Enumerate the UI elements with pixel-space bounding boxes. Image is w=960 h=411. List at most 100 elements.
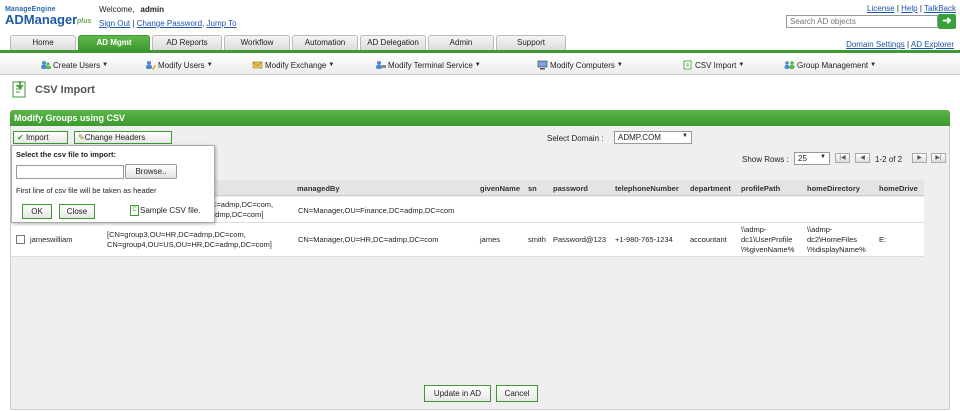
last-page-button[interactable]: ▶| bbox=[931, 153, 946, 163]
name-cell: jameswilliam bbox=[30, 235, 73, 244]
column-header[interactable]: managedBy bbox=[297, 184, 340, 193]
tab-support[interactable]: Support bbox=[496, 35, 566, 50]
column-header[interactable]: profilePath bbox=[741, 184, 780, 193]
managed-by-cell: CN=Manager,OU=Finance,DC=admp,DC=com bbox=[298, 206, 455, 215]
main-tabs: Home AD Mgmt AD Reports Workflow Automat… bbox=[10, 35, 568, 50]
submenu-group-management[interactable]: Group Management ▼ bbox=[784, 60, 876, 70]
change-password-link[interactable]: Change Password bbox=[137, 19, 202, 28]
tab-ad-mgmt[interactable]: AD Mgmt bbox=[78, 35, 150, 50]
submenu-label: Create Users bbox=[53, 60, 101, 70]
domain-select[interactable]: ADMP.COM ▼ bbox=[614, 131, 692, 144]
submenu-label: Group Management bbox=[797, 60, 869, 70]
member-line: admp,DC=com] bbox=[211, 210, 264, 219]
import-label: Import bbox=[25, 133, 49, 142]
path-line: \\admp- bbox=[741, 225, 767, 234]
search-input[interactable] bbox=[786, 15, 938, 28]
last-page-icon: ▶| bbox=[935, 155, 942, 161]
ad-explorer-link[interactable]: AD Explorer bbox=[911, 40, 954, 49]
submenu-label: Modify Terminal Service bbox=[388, 60, 473, 70]
prev-page-button[interactable]: ◀ bbox=[855, 153, 870, 163]
domain-settings-link[interactable]: Domain Settings bbox=[846, 40, 905, 49]
caret-down-icon: ▼ bbox=[820, 154, 826, 160]
submenu-csv-import[interactable]: CSV Import ▼ bbox=[682, 60, 744, 70]
caret-down-icon: ▼ bbox=[682, 133, 688, 139]
logo-plus-text: plus bbox=[77, 18, 92, 25]
welcome-text: Welcome, admin bbox=[99, 5, 164, 14]
member-of-cell: [CN=group3,OU=HR,DC=admp,DC=com, CN=group… bbox=[107, 230, 272, 250]
table-row[interactable]: jameswilliam [CN=group3,OU=HR,DC=admp,DC… bbox=[11, 223, 924, 257]
import-popup: Select the csv file to import: Browse.. … bbox=[11, 145, 215, 223]
sample-csv-label: Sample CSV file. bbox=[140, 206, 201, 215]
column-header[interactable]: password bbox=[553, 184, 588, 193]
submenu-create-users[interactable]: Create Users ▼ bbox=[40, 60, 108, 70]
tab-bar-underline bbox=[0, 50, 960, 53]
license-link[interactable]: License bbox=[867, 4, 895, 13]
change-headers-label: Change Headers bbox=[84, 133, 146, 142]
help-link[interactable]: Help bbox=[901, 4, 917, 13]
panel-title: Modify Groups using CSV bbox=[10, 110, 950, 126]
group-icon bbox=[784, 61, 795, 69]
tab-automation[interactable]: Automation bbox=[292, 35, 358, 50]
column-header[interactable]: homeDrive bbox=[879, 184, 918, 193]
change-headers-button[interactable]: ✎Change Headers bbox=[74, 131, 172, 144]
ok-button[interactable]: OK bbox=[22, 204, 52, 219]
file-path-input[interactable] bbox=[16, 165, 124, 179]
show-rows-select[interactable]: 25 ▼ bbox=[794, 152, 830, 165]
tab-workflow[interactable]: Workflow bbox=[224, 35, 290, 50]
search-go-button[interactable]: ➜ bbox=[938, 14, 956, 29]
caret-down-icon: ▼ bbox=[474, 62, 481, 68]
edit-icon: ✎ bbox=[78, 133, 85, 142]
tab-admin[interactable]: Admin bbox=[428, 35, 494, 50]
sn-cell: smith bbox=[528, 235, 546, 244]
submenu-modify-terminal-service[interactable]: Modify Terminal Service ▼ bbox=[375, 60, 481, 70]
show-rows-value: 25 bbox=[798, 154, 807, 163]
show-rows-label: Show Rows : bbox=[742, 155, 789, 164]
page-title-area: CSV Import bbox=[10, 80, 95, 100]
prev-page-icon: ◀ bbox=[860, 155, 865, 161]
column-header[interactable]: department bbox=[690, 184, 731, 193]
talkback-link[interactable]: TalkBack bbox=[924, 4, 956, 13]
csv-import-icon bbox=[683, 60, 692, 70]
submenu-bar: Create Users ▼ Modify Users ▼ Modify Excha… bbox=[0, 55, 960, 75]
sample-csv-link[interactable]: C Sample CSV file. bbox=[130, 205, 200, 216]
given-name-cell: james bbox=[480, 235, 501, 244]
domain-links: Domain Settings | AD Explorer bbox=[846, 40, 954, 49]
row-checkbox[interactable] bbox=[16, 235, 25, 244]
submenu-label: CSV Import bbox=[695, 60, 737, 70]
next-page-button[interactable]: ▶ bbox=[912, 153, 927, 163]
select-file-label: Select the csv file to import: bbox=[16, 150, 117, 159]
tab-ad-delegation[interactable]: AD Delegation bbox=[360, 35, 426, 50]
close-button[interactable]: Close bbox=[59, 204, 95, 219]
user-links: Sign Out | Change Password, Jump To bbox=[99, 19, 237, 28]
submenu-modify-exchange[interactable]: Modify Exchange ▼ bbox=[252, 60, 334, 70]
caret-down-icon: ▼ bbox=[616, 62, 623, 68]
submenu-modify-computers[interactable]: Modify Computers ▼ bbox=[537, 60, 623, 70]
column-header[interactable]: sn bbox=[528, 184, 537, 193]
browse-button[interactable]: Browse.. bbox=[125, 164, 177, 179]
submenu-modify-users[interactable]: Modify Users ▼ bbox=[145, 60, 213, 70]
jump-to-link[interactable]: Jump To bbox=[207, 19, 237, 28]
tab-ad-reports[interactable]: AD Reports bbox=[152, 35, 222, 50]
managed-by-cell: CN=Manager,OU=HR,DC=admp,DC=com bbox=[298, 235, 439, 244]
terminal-service-icon bbox=[376, 61, 386, 69]
first-page-button[interactable]: |◀ bbox=[835, 153, 850, 163]
department-cell: accountant bbox=[690, 235, 727, 244]
update-in-ad-button[interactable]: Update in AD bbox=[424, 385, 491, 402]
product-logo: ManageEngine ADManager plus bbox=[5, 6, 93, 32]
page-info: 1-2 of 2 bbox=[875, 155, 903, 164]
sign-out-link[interactable]: Sign Out bbox=[99, 19, 130, 28]
top-links: License | Help | TalkBack bbox=[867, 4, 956, 13]
caret-down-icon: ▼ bbox=[206, 62, 213, 68]
username: admin bbox=[140, 5, 164, 14]
exchange-icon bbox=[252, 61, 263, 69]
import-button[interactable]: ✔ Import bbox=[13, 131, 68, 144]
column-header[interactable]: homeDirectory bbox=[807, 184, 860, 193]
member-of-cell: C=admp,DC=com, admp,DC=com] bbox=[211, 200, 273, 220]
column-header[interactable]: givenName bbox=[480, 184, 520, 193]
column-header[interactable]: telephoneNumber bbox=[615, 184, 679, 193]
cancel-button[interactable]: Cancel bbox=[496, 385, 538, 402]
page-title: CSV Import bbox=[35, 84, 95, 96]
tab-home[interactable]: Home bbox=[10, 35, 76, 50]
submenu-label: Modify Exchange bbox=[265, 60, 327, 70]
member-line: C=admp,DC=com, bbox=[211, 200, 274, 209]
